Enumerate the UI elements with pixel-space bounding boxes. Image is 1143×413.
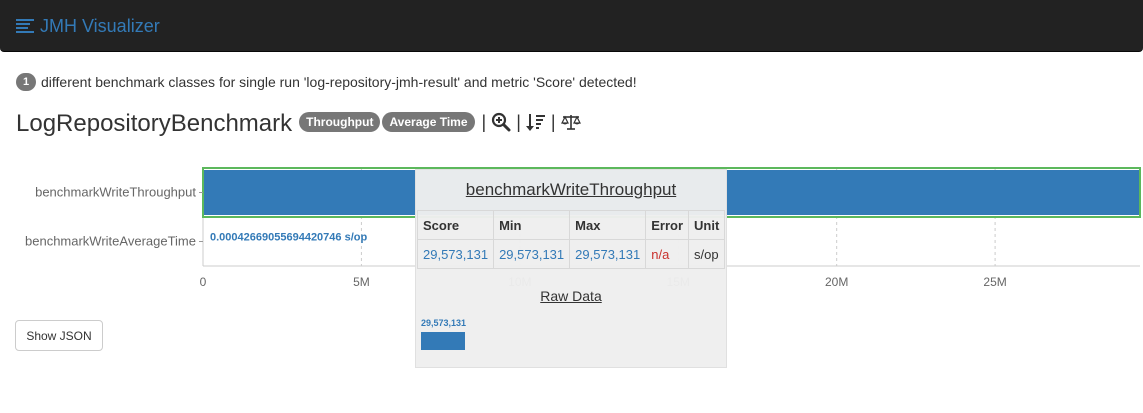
benchmark-title: LogRepositoryBenchmark <box>16 110 293 137</box>
table-row: 29,573,131 29,573,131 29,573,131 n/a s/o… <box>416 239 726 269</box>
header-error: Error <box>645 210 690 240</box>
cell-unit: s/op <box>688 239 726 269</box>
info-text: different benchmark classes for single r… <box>41 74 637 90</box>
separator: | <box>481 111 487 132</box>
header-max: Max <box>569 210 647 240</box>
balance-scale-icon[interactable] <box>560 112 581 132</box>
raw-data-title: Raw Data <box>540 288 602 304</box>
brand-link[interactable]: JMH Visualizer <box>16 15 160 37</box>
list-icon <box>16 19 34 33</box>
header-unit: Unit <box>688 210 726 240</box>
cell-score: 29,573,131 <box>416 239 495 269</box>
navbar: JMH Visualizer <box>0 0 1143 52</box>
x-tick-label: 20M <box>825 275 848 289</box>
x-tick-label: 5M <box>353 275 370 289</box>
y-tick-label: benchmarkWriteAverageTime <box>25 234 196 249</box>
header-min: Min <box>493 210 571 240</box>
table-header-row: Score Min Max Error Unit <box>416 210 726 240</box>
count-badge: 1 <box>16 73 36 91</box>
cell-min: 29,573,131 <box>493 239 571 269</box>
raw-data-value: 29,573,131 <box>421 318 467 328</box>
raw-data-bar <box>421 332 465 350</box>
sort-icon[interactable] <box>525 112 546 132</box>
info-message: 1 different benchmark classes for single… <box>16 73 637 91</box>
tag-throughput[interactable]: Throughput <box>299 112 381 132</box>
cell-error: n/a <box>645 239 690 269</box>
zoom-in-icon[interactable] <box>491 112 511 132</box>
tooltip-title: benchmarkWriteThroughput <box>465 180 677 199</box>
x-tick-label: 25M <box>983 275 1006 289</box>
show-json-button[interactable]: Show JSON <box>15 320 103 351</box>
x-tick-label: 0 <box>200 275 207 289</box>
cell-max: 29,573,131 <box>569 239 647 269</box>
tooltip-table: Score Min Max Error Unit 29,573,131 29,5… <box>416 210 726 269</box>
benchmark-header: LogRepositoryBenchmark Throughput Averag… <box>16 108 581 137</box>
separator: | <box>550 111 556 132</box>
tag-average-time[interactable]: Average Time <box>382 112 475 132</box>
data-label: 0.00042669055694420746 s/op <box>210 232 367 244</box>
brand-title: JMH Visualizer <box>40 15 160 36</box>
header-score: Score <box>416 210 495 240</box>
separator: | <box>516 111 521 132</box>
y-tick-label: benchmarkWriteThroughput <box>35 185 196 200</box>
chart-tooltip: benchmarkWriteThroughput Score Min Max E… <box>415 169 727 368</box>
